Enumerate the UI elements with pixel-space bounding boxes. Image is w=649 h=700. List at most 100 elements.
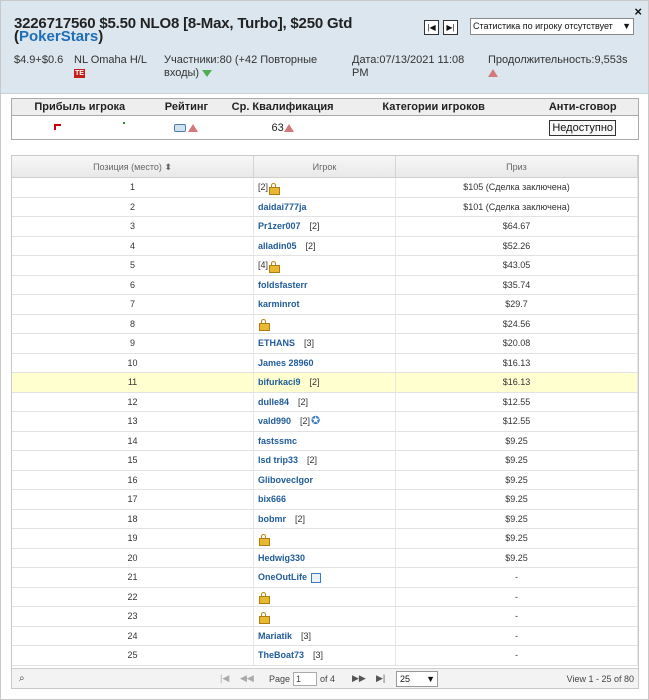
player-name-link[interactable]: vald990 <box>258 416 291 426</box>
prize-cell: $12.55 <box>396 412 638 431</box>
table-row[interactable]: 6 foldsfasterr $35.74 <box>12 275 638 295</box>
page-size-select[interactable]: 25 ▼ <box>396 671 438 687</box>
prize-cell: $20.08 <box>396 334 638 353</box>
table-row[interactable]: 4 alladin05 [2] $52.26 <box>12 236 638 256</box>
player-name-link[interactable]: GlibovecIgor <box>258 475 313 485</box>
player-name-link[interactable]: Mariatik <box>258 631 292 641</box>
player-cell: bix666 <box>254 490 396 509</box>
player-cell: GlibovecIgor <box>254 470 396 489</box>
prize-cell: $24.56 <box>396 314 638 333</box>
player-cell: bifurkaci9 [2] <box>254 373 396 392</box>
search-icon[interactable]: ⌕ <box>19 673 25 684</box>
table-row[interactable]: 10 James 28960 $16.13 <box>12 353 638 373</box>
table-row[interactable]: 25 TheBoat73 [3] - <box>12 646 638 666</box>
prev-page-icon[interactable]: ◀◀ <box>240 673 254 684</box>
page-input[interactable]: 1 <box>293 672 317 686</box>
position-cell: 15 <box>12 451 254 470</box>
player-name-link[interactable]: dulle84 <box>258 397 289 407</box>
header-anti-collusion: Анти-сговор <box>548 101 617 113</box>
table-row[interactable]: 3 Pr1zer007 [2] $64.67 <box>12 217 638 237</box>
table-row[interactable]: 12 dulle84 [2] $12.55 <box>12 392 638 412</box>
room-link[interactable]: PokerStars <box>19 28 98 45</box>
table-row[interactable]: 5 [4] $43.05 <box>12 256 638 276</box>
entries-count: [2] <box>307 455 318 465</box>
table-row[interactable]: 15 lsd trip33 [2] $9.25 <box>12 451 638 471</box>
position-cell: 9 <box>12 334 254 353</box>
close-button[interactable]: × <box>634 4 642 19</box>
column-header-position[interactable]: Позиция (место) ⬍ <box>12 156 254 177</box>
next-page-icon[interactable]: ▶▶ <box>352 673 366 684</box>
player-name-link[interactable]: fastssmc <box>258 436 297 446</box>
table-row[interactable]: 9 ETHANS [3] $20.08 <box>12 334 638 354</box>
player-cell: alladin05 [2] <box>254 236 396 255</box>
table-row[interactable]: 21 OneOutLife - <box>12 568 638 588</box>
player-name-link[interactable]: ETHANS <box>258 338 295 348</box>
anti-collusion-button[interactable]: Недоступно <box>549 119 617 136</box>
note-icon[interactable] <box>311 572 321 583</box>
up-arrow-icon <box>188 123 199 132</box>
header-rating: Рейтинг <box>164 101 209 113</box>
player-cell: TheBoat73 [3] <box>254 646 396 665</box>
player-name-link[interactable]: bobmr <box>258 514 286 524</box>
column-header-prize[interactable]: Приз <box>396 156 638 177</box>
entries-count: [4] <box>258 260 269 270</box>
table-row[interactable]: 7 karminrot $29.7 <box>12 295 638 315</box>
player-cell: bobmr [2] <box>254 509 396 528</box>
column-header-position-label: Позиция (место) <box>93 162 162 172</box>
player-name-link[interactable]: lsd trip33 <box>258 455 298 465</box>
entries-count: [3] <box>313 650 324 660</box>
table-row[interactable]: 17 bix666 $9.25 <box>12 490 638 510</box>
table-row[interactable]: 13 vald990 [2]✪ $12.55 <box>12 412 638 432</box>
game-type: NL Omaha H/L TE <box>74 54 159 80</box>
prize-cell: $9.25 <box>396 529 638 548</box>
table-row[interactable]: 18 bobmr [2] $9.25 <box>12 509 638 529</box>
player-stat-select[interactable]: Статистика по игроку отсутствует ▼ <box>470 18 634 35</box>
participants-info: Участники:80 (+42 Повторные входы) <box>164 54 334 80</box>
table-row[interactable]: 16 GlibovecIgor $9.25 <box>12 470 638 490</box>
player-name-link[interactable]: OneOutLife <box>258 572 307 582</box>
player-name-link[interactable]: foldsfasterr <box>258 280 308 290</box>
player-name-link[interactable]: Hedwig330 <box>258 553 305 563</box>
player-name-link[interactable]: James 28960 <box>258 358 314 368</box>
table-row[interactable]: 23 - <box>12 607 638 627</box>
table-row[interactable]: 2 daidai777ja $101 (Сделка заключена) <box>12 197 638 217</box>
table-row[interactable]: 14 fastssmc $9.25 <box>12 431 638 451</box>
player-cell <box>254 607 396 626</box>
tournament-room-line: (PokerStars) <box>14 28 103 45</box>
position-cell: 23 <box>12 607 254 626</box>
participants-text: Участники:80 (+42 Повторные входы) <box>164 54 318 79</box>
grid-pager: ⌕ |◀ ◀◀ Page 1 of 4 ▶▶ ▶| 25 ▼ View 1 - … <box>12 668 638 688</box>
table-row[interactable]: 24 Mariatik [3] - <box>12 626 638 646</box>
profit-sparkline-icon <box>53 122 125 130</box>
player-cell <box>254 314 396 333</box>
last-tournament-button[interactable]: ▶| <box>443 20 458 35</box>
prize-cell: $64.67 <box>396 217 638 236</box>
table-row[interactable]: 8 $24.56 <box>12 314 638 334</box>
first-page-icon[interactable]: |◀ <box>220 673 229 684</box>
first-tournament-button[interactable]: |◀ <box>424 20 439 35</box>
player-name-link[interactable]: alladin05 <box>258 241 297 251</box>
last-page-icon[interactable]: ▶| <box>376 673 385 684</box>
player-name-link[interactable]: karminrot <box>258 299 300 309</box>
table-row[interactable]: 22 - <box>12 587 638 607</box>
prize-cell: $43.05 <box>396 256 638 275</box>
player-name-link[interactable]: daidai777ja <box>258 202 307 212</box>
table-row[interactable]: 1 [2] $105 (Сделка заключена) <box>12 178 638 198</box>
table-row[interactable]: 19 $9.25 <box>12 529 638 549</box>
position-cell: 2 <box>12 197 254 216</box>
position-cell: 25 <box>12 646 254 665</box>
player-name-link[interactable]: bix666 <box>258 494 286 504</box>
entries-count: [2] <box>295 513 306 524</box>
player-name-link[interactable]: TheBoat73 <box>258 650 304 660</box>
table-row[interactable]: 20 Hedwig330 $9.25 <box>12 548 638 568</box>
position-cell: 6 <box>12 275 254 294</box>
prize-cell: - <box>396 568 638 587</box>
player-cell: OneOutLife <box>254 568 396 587</box>
player-cell: foldsfasterr <box>254 275 396 294</box>
position-cell: 11 <box>12 373 254 392</box>
player-name-link[interactable]: Pr1zer007 <box>258 221 301 231</box>
player-name-link[interactable]: bifurkaci9 <box>258 377 301 387</box>
table-row[interactable]: 11 bifurkaci9 [2] $16.13 <box>12 373 638 393</box>
column-header-player[interactable]: Игрок <box>254 156 396 177</box>
player-cell: [4] <box>254 256 396 275</box>
